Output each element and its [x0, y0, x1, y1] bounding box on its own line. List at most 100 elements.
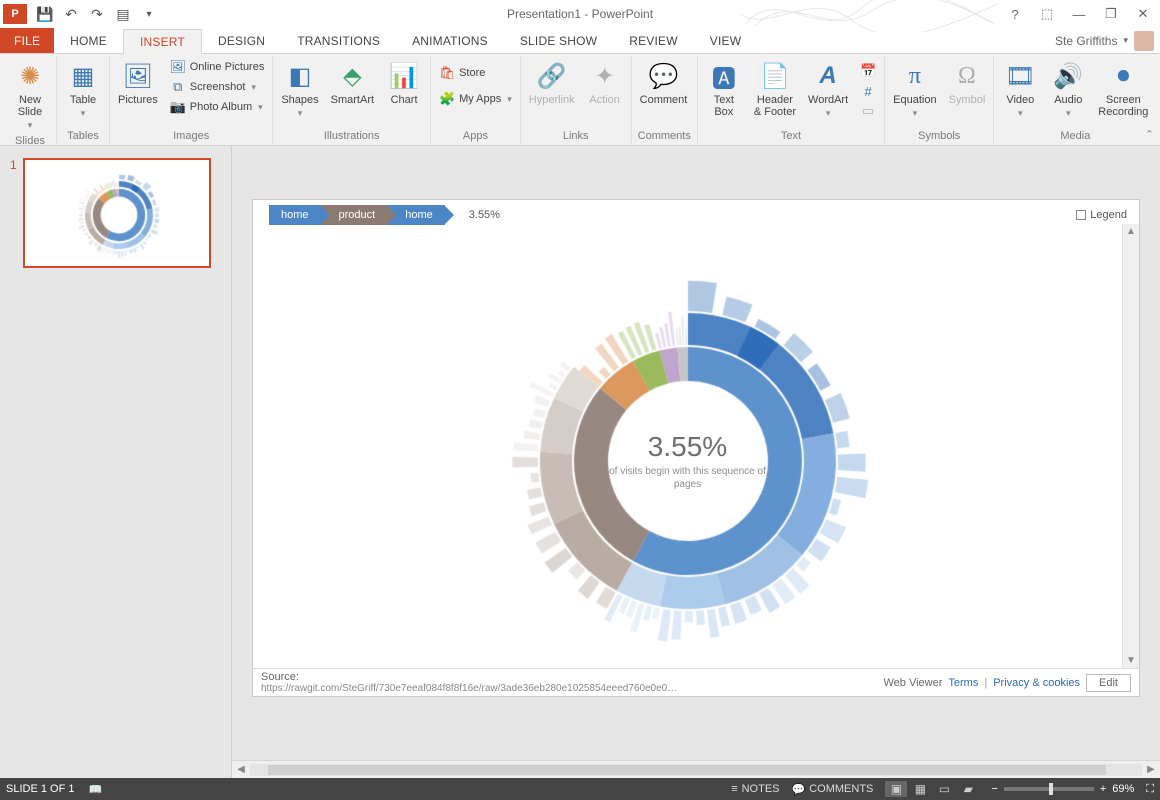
online-pictures-button[interactable]: 🖼Online Pictures — [168, 58, 267, 76]
my-apps-icon: 🧩 — [439, 91, 455, 107]
ribbon-group-illustrations: ◧Shapes▾ ⬘SmartArt 📊Chart Illustrations — [273, 56, 431, 145]
store-button[interactable]: 🛍Store — [437, 64, 514, 82]
screen-recording-button[interactable]: ⏺Screen Recording — [1096, 58, 1150, 120]
smartart-button[interactable]: ⬘SmartArt — [329, 58, 376, 108]
table-button[interactable]: ▦ Table ▾ — [63, 58, 103, 121]
zoom-in-icon[interactable]: + — [1100, 783, 1106, 795]
normal-view-icon[interactable]: ▣ — [885, 781, 907, 797]
slide-thumbnail-1[interactable] — [23, 158, 211, 268]
tab-animations[interactable]: ANIMATIONS — [396, 28, 504, 53]
video-button[interactable]: 🎞Video▾ — [1000, 58, 1040, 121]
web-viewer-footer: Source: https://rawgit.com/SteGriff/730e… — [253, 668, 1139, 696]
wordart-icon: A — [812, 60, 844, 92]
powerpoint-app-icon: P — [3, 4, 27, 24]
collapse-ribbon-icon[interactable]: ⌃ — [1145, 128, 1154, 141]
ribbon-group-slides: ✺ New Slide ▾ Slides — [4, 56, 57, 145]
group-label-media: Media — [1000, 128, 1150, 145]
tab-home[interactable]: HOME — [54, 28, 123, 53]
notes-button[interactable]: ≡NOTES — [731, 783, 779, 795]
new-slide-icon: ✺ — [14, 60, 46, 92]
slide-thumbnail-pane[interactable]: 1 — [0, 146, 232, 778]
chevron-down-icon: ▾ — [826, 108, 831, 119]
group-label-apps: Apps — [437, 128, 514, 145]
photo-album-button[interactable]: 📷Photo Album▾ — [168, 98, 267, 116]
screenshot-button[interactable]: ⧉Screenshot▾ — [168, 78, 267, 96]
breadcrumb-item-2[interactable]: product — [321, 205, 388, 225]
web-viewer-addin-frame[interactable]: home product home 3.55% Legend 3.55% of … — [252, 199, 1140, 697]
window-title: Presentation1 - PowerPoint — [507, 7, 653, 21]
comment-icon: 💬 — [647, 60, 679, 92]
pictures-button[interactable]: 🖼 Pictures — [116, 58, 160, 108]
breadcrumb-item-1[interactable]: home — [269, 205, 321, 225]
tab-file[interactable]: FILE — [0, 28, 54, 53]
terms-link[interactable]: Terms — [948, 677, 978, 689]
slideshow-view-icon[interactable]: ▰ — [957, 781, 979, 797]
reading-view-icon[interactable]: ▭ — [933, 781, 955, 797]
tab-design[interactable]: DESIGN — [202, 28, 281, 53]
tab-slide-show[interactable]: SLIDE SHOW — [504, 28, 613, 53]
legend-toggle[interactable]: Legend — [1076, 209, 1127, 221]
date-time-button[interactable]: 📅 — [858, 62, 878, 80]
undo-icon[interactable]: ↶ — [62, 5, 80, 23]
comments-button[interactable]: 💬COMMENTS — [792, 783, 874, 796]
privacy-link[interactable]: Privacy & cookies — [993, 677, 1080, 689]
equation-button[interactable]: πEquation▾ — [891, 58, 938, 121]
scroll-left-icon[interactable]: ◀ — [232, 764, 250, 775]
redo-icon[interactable]: ↷ — [88, 5, 106, 23]
addin-product-label: Web Viewer — [884, 677, 943, 689]
header-footer-button[interactable]: 📄Header & Footer — [752, 58, 798, 120]
workspace: 1 home product home 3.55% Legend — [0, 146, 1160, 778]
tab-insert[interactable]: INSERT — [123, 29, 202, 54]
scroll-right-icon[interactable]: ▶ — [1142, 764, 1160, 775]
close-icon[interactable]: ✕ — [1132, 5, 1154, 23]
chevron-down-icon: ▾ — [507, 94, 512, 105]
group-label-links: Links — [527, 128, 625, 145]
chart-button[interactable]: 📊Chart — [384, 58, 424, 108]
table-icon: ▦ — [67, 60, 99, 92]
object-icon: ▭ — [860, 103, 876, 119]
screenshot-icon: ⧉ — [170, 79, 186, 95]
tab-review[interactable]: REVIEW — [613, 28, 694, 53]
signed-in-user[interactable]: Ste Griffiths ▾ — [1055, 28, 1160, 53]
zoom-value[interactable]: 69% — [1112, 783, 1134, 795]
qat-customize-icon[interactable]: ▾ — [140, 5, 158, 23]
edit-button[interactable]: Edit — [1086, 674, 1131, 692]
frame-vertical-scrollbar[interactable] — [1122, 224, 1139, 668]
new-slide-button[interactable]: ✺ New Slide ▾ — [10, 58, 50, 133]
tab-transitions[interactable]: TRANSITIONS — [281, 28, 396, 53]
ribbon-group-text: 🅰Text Box 📄Header & Footer AWordArt▾ 📅 #… — [698, 56, 885, 145]
help-icon[interactable]: ? — [1004, 5, 1026, 23]
minimize-icon[interactable]: — — [1068, 5, 1090, 23]
wordart-button[interactable]: AWordArt▾ — [806, 58, 850, 121]
comment-button[interactable]: 💬Comment — [638, 58, 690, 108]
ribbon-group-media: 🎞Video▾ 🔊Audio▾ ⏺Screen Recording Media — [994, 56, 1156, 145]
zoom-slider[interactable] — [1004, 787, 1094, 791]
ribbon-display-options-icon[interactable]: ⬚ — [1036, 5, 1058, 23]
fit-to-window-icon[interactable]: ⛶ — [1146, 783, 1154, 796]
slide-counter[interactable]: SLIDE 1 OF 1 — [6, 783, 74, 795]
spellcheck-icon[interactable]: 📖 — [88, 783, 102, 796]
slide-number-button[interactable]: # — [858, 82, 878, 100]
editor-horizontal-scrollbar[interactable]: ◀ ▶ — [232, 760, 1160, 778]
breadcrumb[interactable]: home product home — [269, 205, 445, 225]
store-icon: 🛍 — [439, 65, 455, 81]
audio-button[interactable]: 🔊Audio▾ — [1048, 58, 1088, 121]
sunburst-chart[interactable] — [258, 246, 1118, 668]
shapes-button[interactable]: ◧Shapes▾ — [279, 58, 320, 121]
chart-body: 3.55% of visits begin with this sequence… — [253, 224, 1139, 668]
text-box-button[interactable]: 🅰Text Box — [704, 58, 744, 120]
restore-icon[interactable]: ❐ — [1100, 5, 1122, 23]
zoom-out-icon[interactable]: − — [991, 783, 997, 795]
user-dropdown-icon: ▾ — [1123, 35, 1128, 46]
group-label-illustrations: Illustrations — [279, 128, 424, 145]
slide-sorter-view-icon[interactable]: ▦ — [909, 781, 931, 797]
save-icon[interactable]: 💾 — [36, 5, 54, 23]
my-apps-button[interactable]: 🧩My Apps▾ — [437, 90, 514, 108]
user-avatar — [1134, 31, 1154, 51]
slide-editor: home product home 3.55% Legend 3.55% of … — [232, 146, 1160, 778]
action-icon: ✦ — [589, 60, 621, 92]
group-label-symbols: Symbols — [891, 128, 987, 145]
start-slideshow-icon[interactable]: ▤ — [114, 5, 132, 23]
slide-number-icon: # — [860, 83, 876, 99]
zoom-control[interactable]: − + 69% — [991, 783, 1134, 795]
